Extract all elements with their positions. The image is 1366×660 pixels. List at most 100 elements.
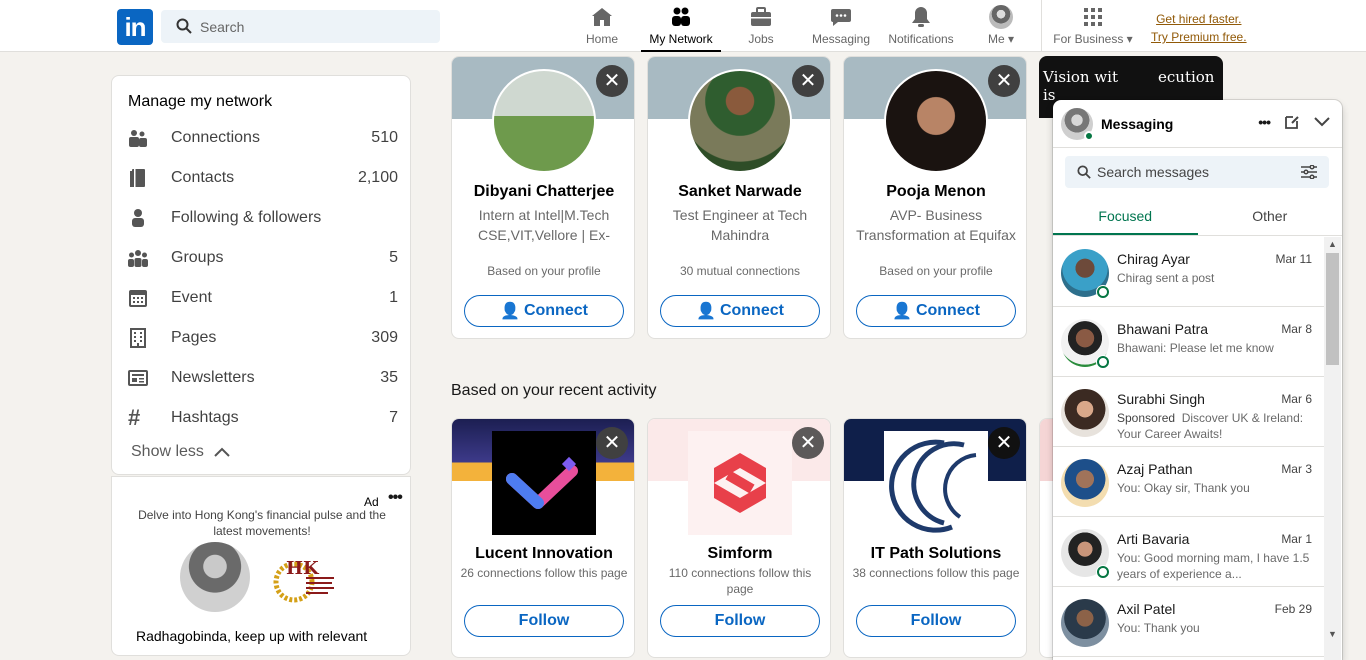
compose-icon[interactable]	[1284, 114, 1300, 130]
grid-icon	[1081, 5, 1105, 29]
premium-line-1: Get hired faster.	[1156, 12, 1242, 26]
messaging-header[interactable]: Messaging •••	[1053, 100, 1342, 148]
connect-button[interactable]: 👤 Connect	[856, 295, 1016, 327]
connect-button[interactable]: 👤 Connect	[660, 295, 820, 327]
person-name[interactable]: Pooja Menon	[848, 183, 1024, 201]
company-card[interactable]: ✕ Simform 110 connections follow this pa…	[647, 418, 831, 658]
conversation-name: Chirag Ayar	[1117, 251, 1190, 267]
search-input[interactable]	[200, 10, 430, 43]
person-headline: Intern at Intel|M.Tech CSE,VIT,Vellore |…	[477, 207, 610, 243]
message-search-input[interactable]	[1097, 156, 1287, 188]
chevron-down-icon[interactable]	[1314, 117, 1330, 127]
sidebar-item-label: Connections	[171, 129, 260, 146]
sidebar-item-contacts[interactable]: Contacts 2,100	[128, 166, 398, 190]
scroll-down-icon[interactable]: ▼	[1328, 629, 1337, 639]
conversation-name: Bhawani Patra	[1117, 321, 1209, 337]
hashtag-icon: #	[128, 405, 141, 430]
person-card[interactable]: ✕ Dibyani Chatterjee Intern at Intel|M.T…	[451, 56, 635, 339]
sidebar-item-groups[interactable]: Groups 5	[128, 246, 398, 270]
message-search-box[interactable]	[1065, 156, 1329, 188]
conversation-scrollbar[interactable]: ▲ ▼	[1324, 237, 1341, 660]
sidebar-item-connections[interactable]: Connections 510	[128, 126, 398, 150]
add-person-icon: 👤	[892, 303, 912, 320]
company-card[interactable]: ✕ IT Path Solutions 38 connections follo…	[843, 418, 1027, 658]
conversation-preview: You: Thank you	[1117, 621, 1200, 635]
dismiss-icon[interactable]: ✕	[596, 65, 628, 97]
connect-button[interactable]: 👤 Connect	[464, 295, 624, 327]
sidebar-item-hashtags[interactable]: # Hashtags 7	[128, 405, 398, 430]
company-name[interactable]: Simform	[652, 545, 828, 563]
profile-photo[interactable]	[492, 69, 596, 173]
profile-photo[interactable]	[688, 69, 792, 173]
dismiss-icon[interactable]: ✕	[596, 427, 628, 459]
messaging-tabs: Focused Other	[1053, 198, 1342, 236]
tab-other[interactable]: Other	[1198, 198, 1343, 235]
profile-photo[interactable]	[884, 69, 988, 173]
company-name[interactable]: Lucent Innovation	[456, 545, 632, 563]
person-card[interactable]: ✕ Pooja Menon AVP- Business Transformati…	[843, 56, 1027, 339]
conversation-date: Mar 6	[1281, 392, 1312, 406]
company-card[interactable]: ✕ Lucent Innovation 26 connections follo…	[451, 418, 635, 658]
conversation-item[interactable]: Bhawani Patra Mar 8 Bhawani: Please let …	[1053, 307, 1324, 377]
person-name[interactable]: Dibyani Chatterjee	[456, 183, 632, 201]
follow-button[interactable]: Follow	[856, 605, 1016, 637]
online-status-icon	[1096, 285, 1110, 299]
simform-logo[interactable]	[688, 431, 792, 535]
sidebar-item-newsletters[interactable]: Newsletters 35	[128, 366, 398, 390]
nav-for-business[interactable]: For Business ▾	[1052, 0, 1134, 52]
conversation-item[interactable]: Chirag Ayar Mar 11 Chirag sent a post	[1053, 237, 1324, 307]
conversation-preview: Sponsored Discover UK & Ireland: Your Ca…	[1117, 410, 1317, 442]
connect-label: Connect	[719, 302, 784, 319]
messaging-panel: Messaging ••• Focused Other Chirag Ayar …	[1053, 100, 1342, 660]
nav-home[interactable]: Home	[585, 0, 619, 52]
sidebar-item-pages[interactable]: Pages 309	[128, 326, 398, 350]
conversation-item[interactable]: Axil Patel Feb 29 You: Thank you	[1053, 587, 1324, 657]
sidebar-item-event[interactable]: Event 1	[128, 286, 398, 310]
nav-notifications[interactable]: Notifications	[886, 0, 956, 52]
sidebar-item-label: Event	[171, 289, 212, 306]
lucent-logo[interactable]	[492, 431, 596, 535]
it-path-logo[interactable]	[884, 431, 988, 535]
scrollbar-thumb[interactable]	[1326, 253, 1339, 365]
nav-my-network[interactable]: My Network	[641, 0, 721, 52]
company-name[interactable]: IT Path Solutions	[848, 545, 1024, 563]
dismiss-icon[interactable]: ✕	[792, 65, 824, 97]
person-headline: Test Engineer at Tech Mahindra	[672, 207, 808, 243]
search-box[interactable]	[161, 10, 440, 43]
filter-icon[interactable]	[1301, 165, 1317, 179]
chevron-up-icon	[214, 447, 230, 457]
nav-jobs[interactable]: Jobs	[747, 0, 775, 52]
premium-link[interactable]: Get hired faster. Try Premium free.	[1151, 10, 1247, 46]
dismiss-icon[interactable]: ✕	[792, 427, 824, 459]
person-headline: AVP- Business Transformation at Equifax	[856, 207, 1016, 243]
conversation-date: Feb 29	[1274, 602, 1312, 616]
scroll-up-icon[interactable]: ▲	[1328, 239, 1337, 249]
tab-focused[interactable]: Focused	[1053, 198, 1198, 235]
conversation-item[interactable]: Arti Bavaria Mar 1 You: Good morning mam…	[1053, 517, 1324, 587]
person-name[interactable]: Sanket Narwade	[652, 183, 828, 201]
people-icon	[128, 128, 171, 148]
more-options-icon[interactable]: •••	[1258, 114, 1271, 130]
more-options-icon[interactable]: •••	[388, 489, 403, 507]
sidebar-item-following[interactable]: Following & followers	[128, 206, 398, 230]
conversation-item[interactable]: Azaj Pathan Mar 3 You: Okay sir, Thank y…	[1053, 447, 1324, 517]
follow-button[interactable]: Follow	[660, 605, 820, 637]
briefcase-icon	[749, 5, 773, 29]
nav-messaging[interactable]: Messaging	[812, 0, 870, 52]
conversation-name: Axil Patel	[1117, 601, 1176, 617]
nav-me[interactable]: Me ▾	[983, 0, 1019, 52]
follow-label: Follow	[910, 612, 962, 629]
sidebar-item-count: 510	[371, 129, 398, 146]
sidebar-item-label: Groups	[171, 249, 224, 266]
sidebar-item-count: 5	[389, 249, 398, 266]
follow-button[interactable]: Follow	[464, 605, 624, 637]
show-less-button[interactable]: Show less	[131, 443, 230, 461]
dismiss-icon[interactable]: ✕	[988, 65, 1020, 97]
building-icon	[128, 328, 171, 348]
dismiss-icon[interactable]: ✕	[988, 427, 1020, 459]
person-reason: 30 mutual connections	[679, 264, 801, 278]
linkedin-logo[interactable]: in	[117, 9, 153, 45]
person-card[interactable]: ✕ Sanket Narwade Test Engineer at Tech M…	[647, 56, 831, 339]
conversation-item[interactable]: Surabhi Singh Mar 6 Sponsored Discover U…	[1053, 377, 1324, 447]
messaging-title: Messaging	[1101, 116, 1174, 132]
